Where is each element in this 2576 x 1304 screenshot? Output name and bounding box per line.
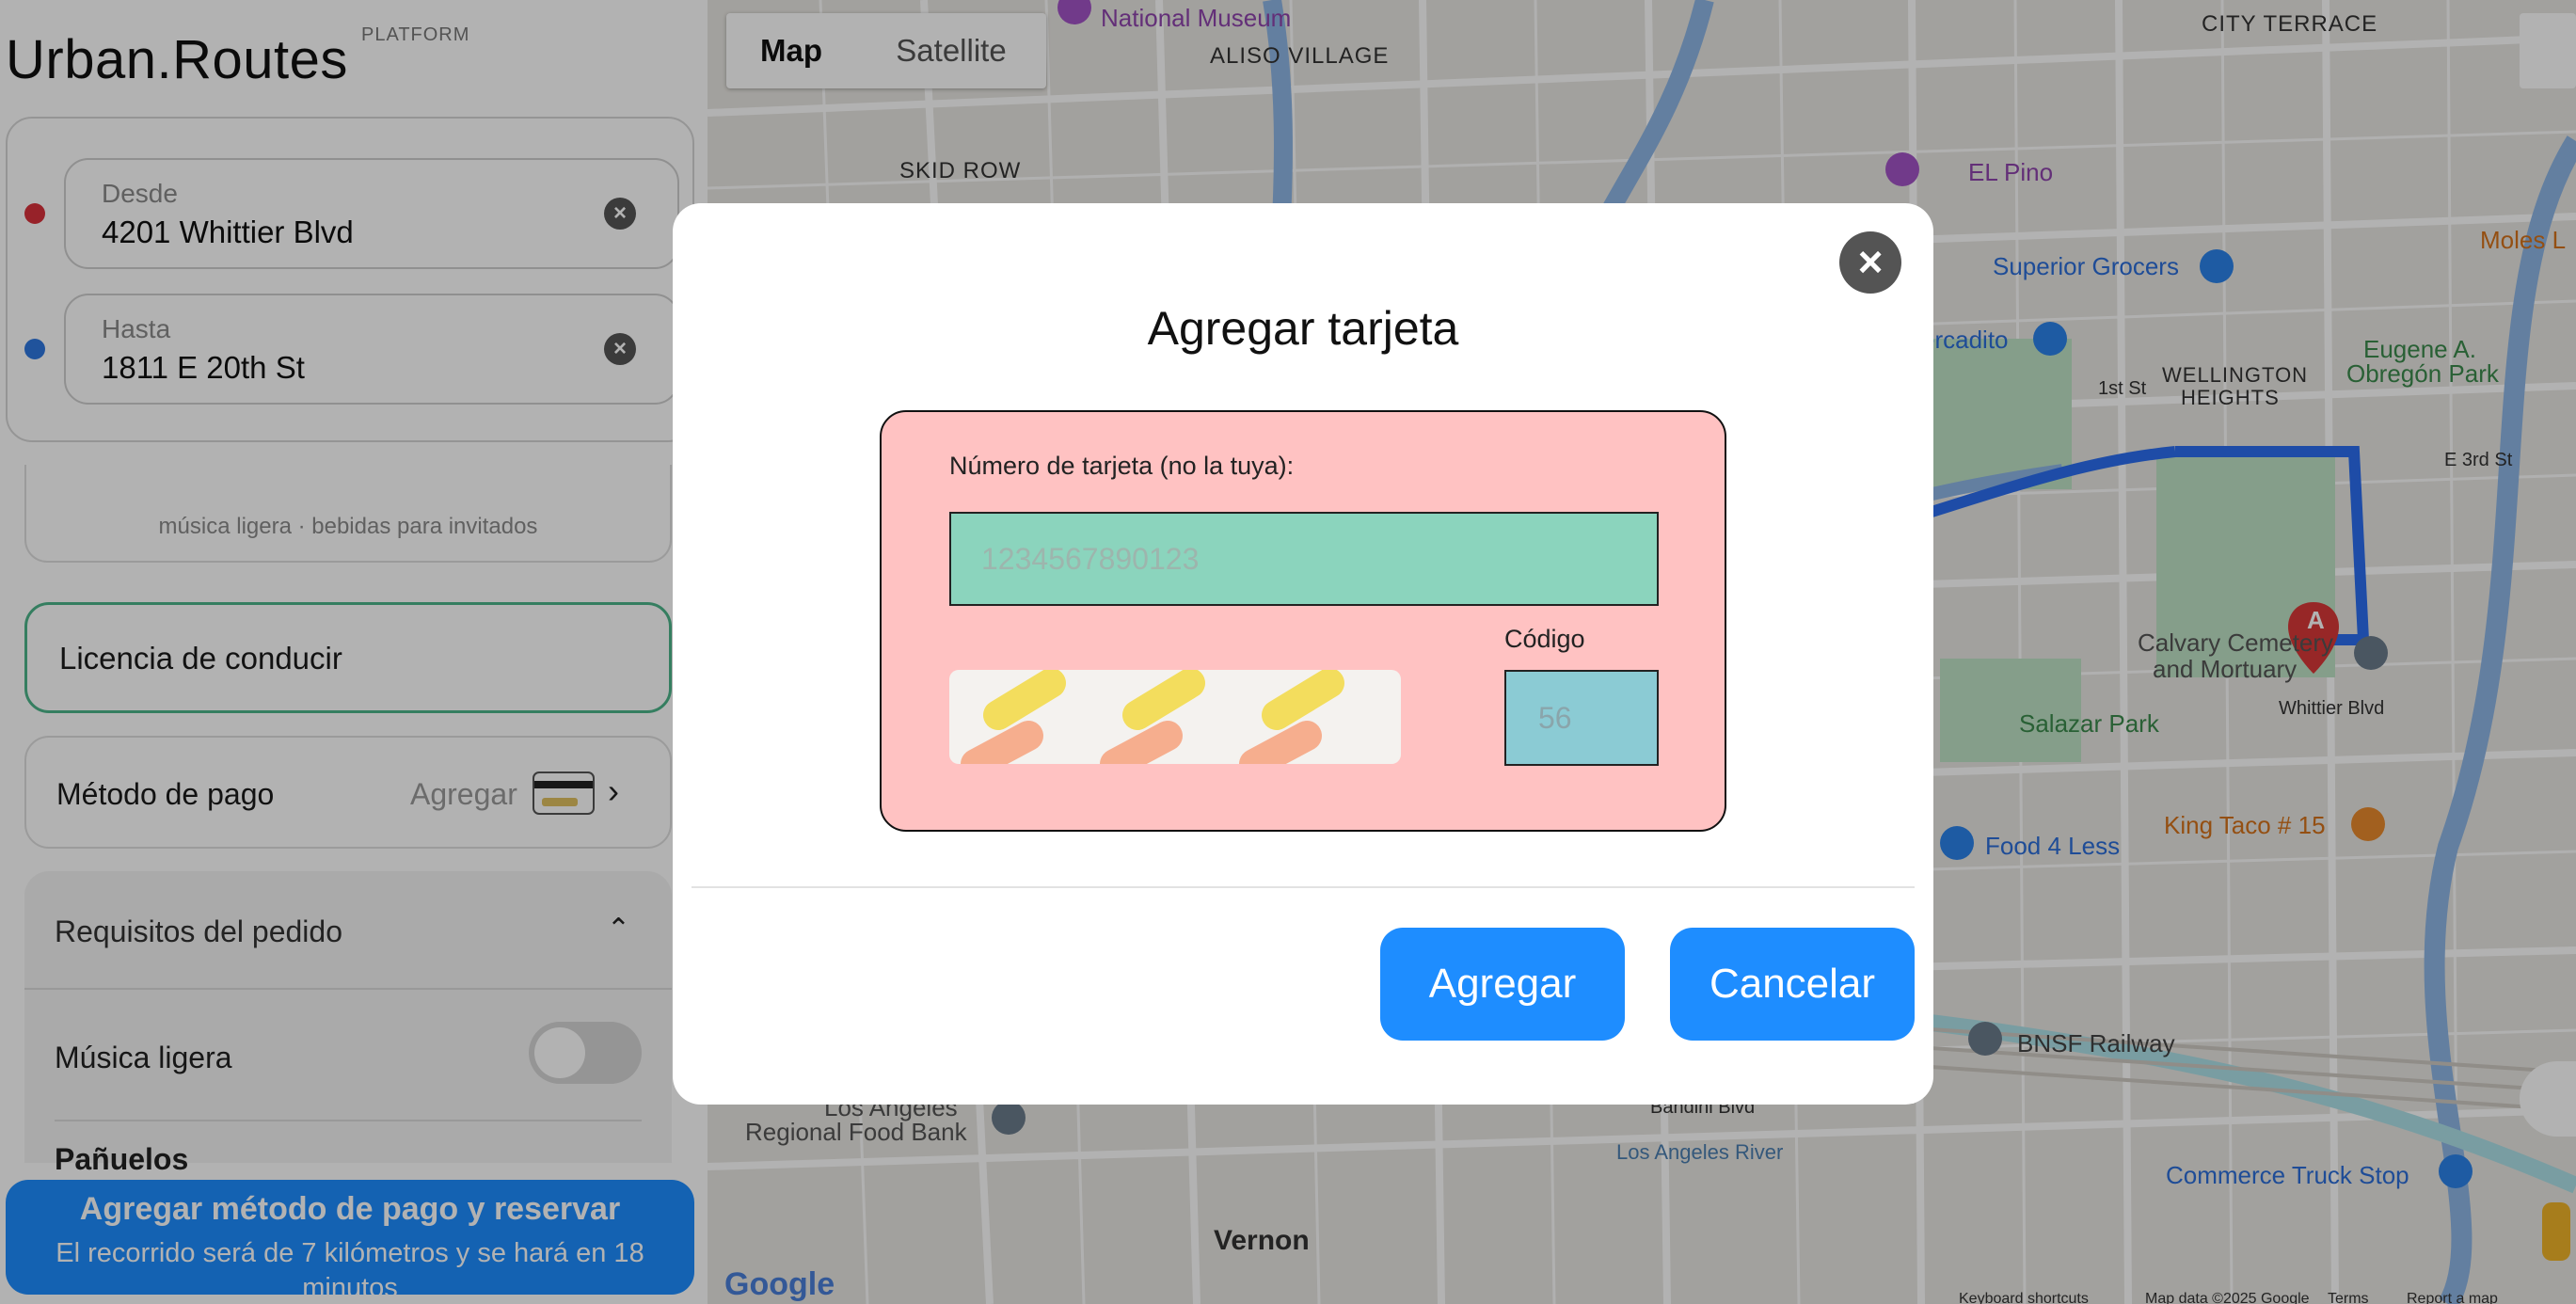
card-number-label: Número de tarjeta (no la tuya): <box>949 452 1295 480</box>
card-code-input[interactable]: 56 <box>1504 670 1659 766</box>
close-icon[interactable]: × <box>1839 231 1901 294</box>
cancel-button[interactable]: Cancelar <box>1670 928 1915 1041</box>
modal-divider <box>692 886 1915 888</box>
modal-title: Agregar tarjeta <box>1147 302 1459 355</box>
add-card-modal: × Agregar tarjeta Número de tarjeta (no … <box>673 203 1933 1105</box>
card-form: Número de tarjeta (no la tuya): 12345678… <box>880 410 1726 832</box>
card-code-label: Código <box>1504 625 1585 653</box>
card-stripe-decoration <box>949 670 1401 764</box>
add-card-button[interactable]: Agregar <box>1380 928 1625 1041</box>
card-number-input[interactable]: 1234567890123 <box>949 512 1659 606</box>
